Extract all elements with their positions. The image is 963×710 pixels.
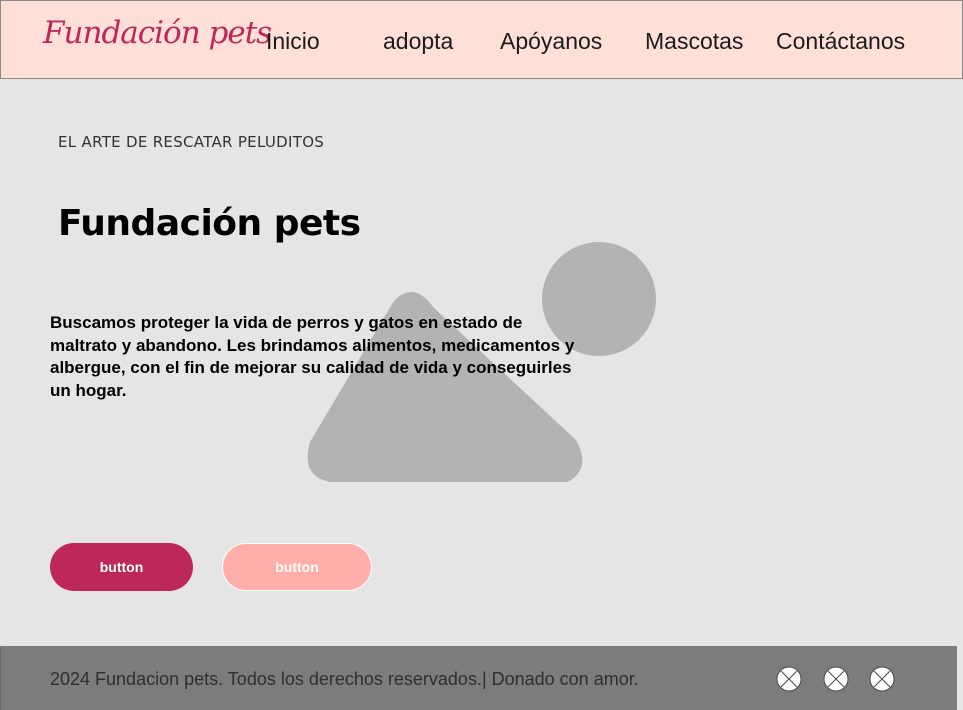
social-icon[interactable]: [869, 666, 895, 692]
social-icon[interactable]: [776, 666, 802, 692]
hero-title: Fundación pets: [58, 203, 361, 244]
footer-copyright: 2024 Fundacion pets. Todos los derechos …: [50, 669, 639, 689]
nav-item-mascotas[interactable]: Mascotas: [645, 28, 743, 54]
page: Fundación pets Inicio adopta Apóyanos Ma…: [0, 0, 963, 710]
social-icon[interactable]: [823, 666, 849, 692]
nav-item-contactanos[interactable]: Contáctanos: [776, 28, 905, 54]
hero-eyebrow: EL ARTE DE RESCATAR PELUDITOS: [58, 133, 325, 151]
primary-button[interactable]: button: [50, 543, 193, 591]
nav-item-apoyanos[interactable]: Apóyanos: [500, 28, 602, 54]
site-logo[interactable]: Fundación pets: [43, 15, 272, 51]
site-header: Fundación pets Inicio adopta Apóyanos Ma…: [0, 0, 963, 79]
secondary-button[interactable]: button: [222, 543, 372, 591]
nav-item-inicio[interactable]: Inicio: [266, 28, 320, 54]
hero-description: Buscamos proteger la vida de perros y ga…: [50, 313, 575, 400]
site-footer: 2024 Fundacion pets. Todos los derechos …: [0, 646, 957, 710]
nav-item-adopta[interactable]: adopta: [383, 28, 453, 54]
